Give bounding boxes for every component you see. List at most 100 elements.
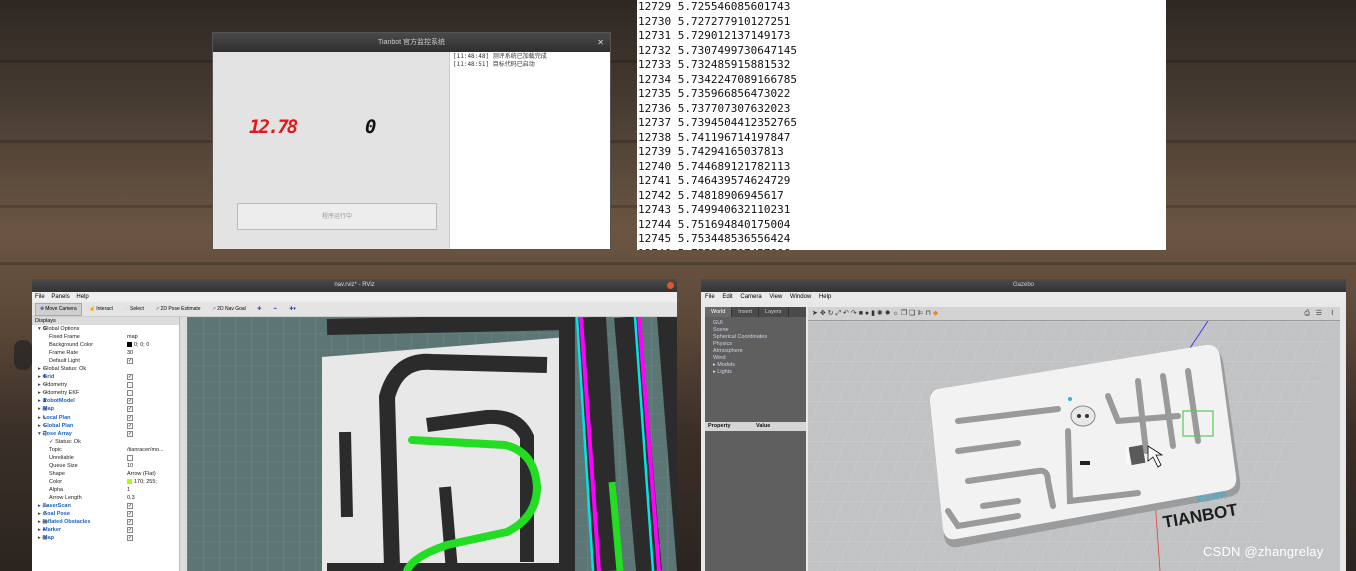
display-row[interactable]: ▸ ⤳ Odometry EKF <box>32 389 179 397</box>
display-row[interactable]: ▸ ✓ Global Status: Ok <box>32 365 179 373</box>
csdn-watermark: CSDN @zhangrelay <box>1203 544 1324 559</box>
tool-2d-pose-estimate[interactable]: ➚2D Pose Estimate <box>151 302 204 317</box>
add-tool-icon[interactable]: ✚ <box>253 302 266 317</box>
display-checkbox[interactable]: ✓ <box>127 503 133 510</box>
translate-tool-icon[interactable]: ✥ <box>820 310 826 317</box>
menu-window[interactable]: Window <box>790 294 811 300</box>
display-checkbox[interactable]: ✓ <box>127 374 133 381</box>
displays-scrollbar[interactable] <box>180 317 187 571</box>
display-checkbox[interactable]: ✓ <box>127 535 133 542</box>
rotate-tool-icon[interactable]: ↻ <box>828 310 834 317</box>
display-row[interactable]: ▸ ♟ RobotModel ✓ <box>32 397 179 405</box>
tool-options-icon[interactable]: ✚▾ <box>285 302 301 317</box>
display-row[interactable]: ✓ Status: Ok <box>32 438 179 446</box>
display-checkbox[interactable]: ✓ <box>127 519 133 526</box>
display-checkbox[interactable] <box>127 382 133 389</box>
display-row[interactable]: Unreliable <box>32 454 179 462</box>
display-checkbox[interactable]: ✓ <box>127 430 133 437</box>
display-row[interactable]: ▸ ➚ Goal Pose ✓ <box>32 510 179 518</box>
display-row[interactable]: Queue Size 10 <box>32 462 179 470</box>
display-checkbox[interactable] <box>127 390 133 397</box>
log-icon[interactable]: ☰ <box>1316 307 1322 321</box>
display-row[interactable]: ▸ ▦ Map ✓ <box>32 534 179 542</box>
display-row[interactable]: ▸ ∿ Global Plan ✓ <box>32 422 179 430</box>
tab-insert[interactable]: Insert <box>732 307 760 317</box>
tab-layers[interactable]: Layers <box>759 307 789 317</box>
display-row[interactable]: ▸ ✚ Grid ✓ <box>32 373 179 381</box>
display-row[interactable]: Arrow Length 0.3 <box>32 494 179 502</box>
arrow-tool-icon[interactable]: ➤ <box>812 310 818 317</box>
scale-tool-icon[interactable]: ⤢ <box>835 310 841 317</box>
plot-icon[interactable]: ⌇ <box>1331 307 1334 321</box>
display-row[interactable]: ▸ ⁂ LaserScan ✓ <box>32 502 179 510</box>
menu-view[interactable]: View <box>769 294 782 300</box>
close-icon[interactable] <box>667 282 674 289</box>
tree-item-wind[interactable]: Wind <box>713 355 806 362</box>
copy-icon[interactable]: ❐ <box>901 310 907 317</box>
display-row[interactable]: ▸ ▦ Map ✓ <box>32 405 179 413</box>
cylinder-shape-icon[interactable]: ▮ <box>871 310 875 317</box>
display-row[interactable]: Frame Rate 30 <box>32 349 179 357</box>
menu-file[interactable]: File <box>705 294 715 300</box>
tree-item-lights[interactable]: ▸ Lights <box>713 369 806 376</box>
gazebo-3d-scene[interactable]: TIANBOT 天之博特 <box>808 321 1340 571</box>
menu-camera[interactable]: Camera <box>740 294 761 300</box>
display-row[interactable]: ▸ ▦ Inflated Obstacles ✓ <box>32 518 179 526</box>
tree-item-gui[interactable]: GUI <box>713 320 806 327</box>
tree-item-physics[interactable]: Physics <box>713 341 806 348</box>
display-checkbox[interactable]: ✓ <box>127 511 133 518</box>
display-row[interactable]: ▸ ∿ Local Plan ✓ <box>32 414 179 422</box>
display-row[interactable]: ▾ ⚙ Global Options <box>32 325 179 333</box>
undo-icon[interactable]: ↶ <box>843 310 849 317</box>
camera-mode-icon[interactable]: ◆ <box>933 310 938 317</box>
display-row[interactable]: Alpha 1 <box>32 486 179 494</box>
menu-help[interactable]: Help <box>819 294 831 300</box>
tool-2d-nav-goal[interactable]: ➚2D Nav Goal <box>208 302 250 317</box>
menu-edit[interactable]: Edit <box>722 294 732 300</box>
redo-icon[interactable]: ↷ <box>851 310 857 317</box>
rviz-map-view[interactable] <box>187 317 677 571</box>
sphere-shape-icon[interactable]: ● <box>865 310 869 317</box>
display-row[interactable]: ▾ ⇶ Pose Array ✓ <box>32 430 179 438</box>
tree-item-atmosphere[interactable]: Atmosphere <box>713 348 806 355</box>
snap-icon[interactable]: ⊓ <box>925 310 930 317</box>
tool-select[interactable]: ▭Select <box>120 302 148 317</box>
display-checkbox[interactable] <box>127 454 133 461</box>
display-checkbox[interactable]: ✓ <box>127 422 133 429</box>
display-row[interactable]: ▸ ⤳ Odometry <box>32 381 179 389</box>
display-row[interactable]: Fixed Frame map <box>32 333 179 341</box>
display-checkbox[interactable]: ✓ <box>127 398 133 405</box>
display-checkbox[interactable]: ✓ <box>127 414 133 421</box>
menu-help[interactable]: Help <box>76 294 88 300</box>
run-status-button[interactable]: 程序运行中 <box>237 203 437 230</box>
directional-light-icon[interactable]: ☼ <box>893 310 899 317</box>
tool-interact[interactable]: ☝Interact <box>85 302 117 317</box>
paste-icon[interactable]: ❏ <box>909 310 915 317</box>
point-light-icon[interactable]: ✺ <box>877 310 883 317</box>
display-row[interactable]: Default Light ✓ <box>32 357 179 365</box>
tree-item-models[interactable]: ▸ Models <box>713 362 806 369</box>
close-icon[interactable]: ✕ <box>597 33 604 52</box>
display-checkbox[interactable]: ✓ <box>127 527 133 534</box>
menu-file[interactable]: File <box>35 294 45 300</box>
align-icon[interactable]: ⊫ <box>917 310 923 317</box>
screenshot-icon[interactable]: ⎙ <box>1304 307 1310 321</box>
tool-move-camera[interactable]: ✥Move Camera <box>35 303 82 316</box>
display-row[interactable]: Topic/tianracer/mo... <box>32 446 179 454</box>
tab-world[interactable]: World <box>705 307 733 317</box>
display-checkbox[interactable]: ✓ <box>127 358 133 365</box>
display-row-label: Grid <box>43 374 55 381</box>
menu-panels[interactable]: Panels <box>51 294 69 300</box>
spot-light-icon[interactable]: ✹ <box>885 310 891 317</box>
display-row-value: 10 <box>127 462 134 469</box>
tree-item-scene[interactable]: Scene <box>713 327 806 334</box>
terminal-window[interactable]: 12729 5.725546085601743 12730 5.727277910… <box>637 0 1166 250</box>
display-row[interactable]: Color 170; 255; <box>32 478 179 486</box>
display-row[interactable]: ▸ ● Marker ✓ <box>32 526 179 534</box>
display-row[interactable]: Background Color 0; 0; 0 <box>32 341 179 349</box>
box-shape-icon[interactable]: ■ <box>859 310 863 317</box>
remove-tool-icon[interactable]: ━ <box>270 302 282 317</box>
tree-item-spherical[interactable]: Spherical Coordinates <box>713 334 806 341</box>
display-row[interactable]: Shape Arrow (Flat) <box>32 470 179 478</box>
display-checkbox[interactable]: ✓ <box>127 406 133 413</box>
